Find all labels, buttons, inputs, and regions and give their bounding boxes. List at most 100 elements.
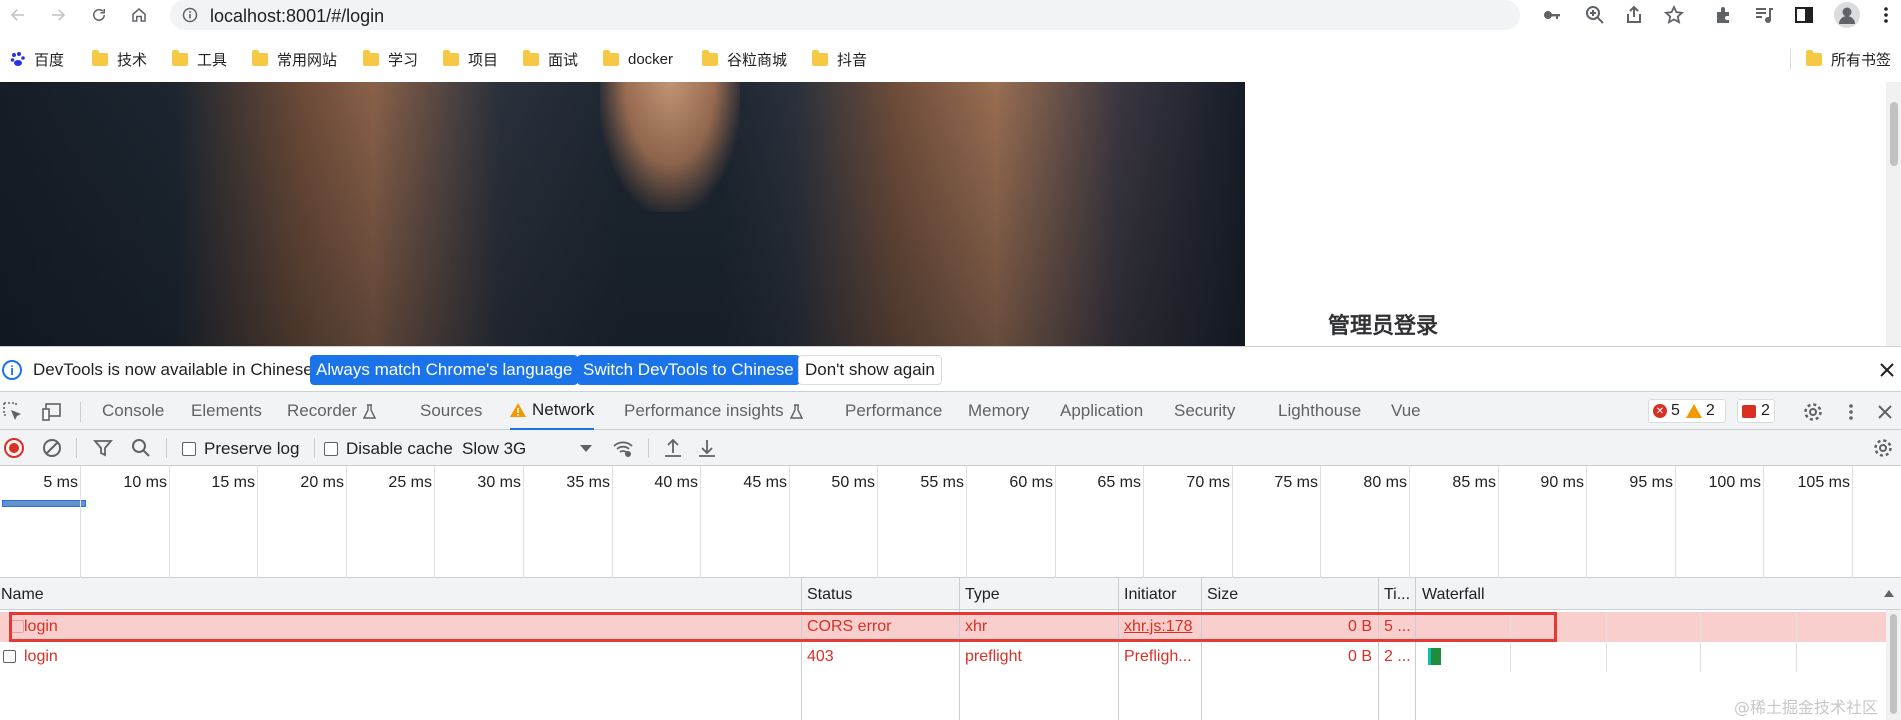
- column-divider[interactable]: [1201, 578, 1202, 720]
- home-button[interactable]: [127, 3, 151, 27]
- filter-icon[interactable]: [92, 437, 114, 459]
- search-icon[interactable]: [130, 437, 152, 459]
- col-header-name[interactable]: Name: [1, 586, 44, 604]
- site-info-icon[interactable]: [182, 7, 198, 23]
- col-header-type[interactable]: Type: [965, 586, 1000, 604]
- login-background-photo: [0, 82, 1245, 346]
- close-devtools-icon[interactable]: [1874, 401, 1896, 423]
- table-row[interactable]: login 403 preflight Prefligh... 0 B 2 ..…: [0, 642, 1886, 672]
- column-divider[interactable]: [801, 578, 802, 720]
- checkbox-box[interactable]: [324, 442, 338, 456]
- bookmark-folder[interactable]: 技术: [92, 49, 147, 69]
- column-divider[interactable]: [1415, 578, 1416, 720]
- profile-avatar-icon[interactable]: [1834, 2, 1860, 28]
- bookmark-folder[interactable]: 工具: [172, 49, 227, 69]
- issues-counter[interactable]: 2: [1737, 399, 1775, 423]
- media-control-icon[interactable]: [1754, 5, 1774, 25]
- tab-lighthouse[interactable]: Lighthouse: [1278, 392, 1361, 430]
- timeline-gridline: [523, 466, 524, 578]
- column-divider[interactable]: [1378, 578, 1379, 720]
- side-panel-icon[interactable]: [1794, 5, 1814, 25]
- bookmark-folder[interactable]: 常用网站: [252, 49, 337, 69]
- bookmark-folder[interactable]: 项目: [443, 49, 498, 69]
- timeline-gridline: [1232, 466, 1233, 578]
- key-icon[interactable]: [1542, 5, 1562, 25]
- device-toolbar-icon[interactable]: [42, 401, 64, 423]
- share-icon[interactable]: [1624, 5, 1644, 25]
- all-bookmarks[interactable]: 所有书签: [1806, 49, 1891, 69]
- table-scrollbar-thumb[interactable]: [1890, 614, 1897, 714]
- column-divider[interactable]: [959, 578, 960, 720]
- browser-menu-icon[interactable]: [1876, 5, 1896, 25]
- page-title: 管理员登录: [1328, 313, 1439, 338]
- console-counters[interactable]: ✕ 5 2: [1648, 399, 1726, 423]
- tab-recorder[interactable]: Recorder: [287, 392, 376, 430]
- tab-memory[interactable]: Memory: [968, 392, 1029, 430]
- preserve-log-checkbox[interactable]: Preserve log: [182, 439, 299, 459]
- tab-label: Console: [102, 401, 165, 420]
- page-scrollbar-thumb[interactable]: [1890, 102, 1898, 166]
- reload-button[interactable]: [87, 3, 111, 27]
- tab-network[interactable]: Network: [510, 392, 595, 430]
- col-header-time[interactable]: Ti...: [1384, 586, 1410, 604]
- col-header-waterfall[interactable]: Waterfall: [1422, 586, 1485, 604]
- col-header-size[interactable]: Size: [1207, 586, 1238, 604]
- bookmark-folder[interactable]: docker: [603, 49, 673, 69]
- waterfall-gridline: [1510, 642, 1511, 672]
- address-bar[interactable]: localhost:8001/#/login: [170, 0, 1560, 30]
- export-har-icon[interactable]: [696, 437, 718, 459]
- always-match-language-button[interactable]: Always match Chrome's language: [310, 355, 579, 385]
- tab-sources[interactable]: Sources: [420, 392, 482, 430]
- tab-security[interactable]: Security: [1174, 392, 1235, 430]
- network-overview-timeline[interactable]: 5 ms 10 ms 15 ms 20 ms 25 ms 30 ms 35 ms 40 ms 4…: [0, 466, 1901, 578]
- tab-vue[interactable]: Vue: [1391, 392, 1421, 430]
- switch-to-chinese-button[interactable]: Switch DevTools to Chinese: [577, 355, 800, 385]
- col-header-status[interactable]: Status: [807, 586, 852, 604]
- tab-performance-insights[interactable]: Performance insights: [624, 392, 803, 430]
- record-stop-icon[interactable]: [3, 437, 25, 459]
- table-row[interactable]: login CORS error xhr xhr.js:178 0 B 5 ..…: [0, 612, 1886, 642]
- warning-count-value: 2: [1705, 402, 1715, 419]
- bookmark-baidu[interactable]: 百度: [10, 49, 64, 69]
- more-options-icon[interactable]: [1840, 401, 1862, 423]
- tab-elements[interactable]: Elements: [191, 392, 262, 430]
- baidu-paw-icon: [10, 52, 25, 66]
- tab-application[interactable]: Application: [1060, 392, 1143, 430]
- tab-console[interactable]: Console: [102, 392, 164, 430]
- network-conditions-wifi-icon[interactable]: [612, 437, 634, 459]
- bookmark-folder[interactable]: 学习: [363, 49, 418, 69]
- network-settings-gear-icon[interactable]: [1872, 437, 1894, 459]
- bookmark-label: 百度: [34, 51, 65, 69]
- back-button[interactable]: [6, 3, 30, 27]
- checkbox-box[interactable]: [182, 442, 196, 456]
- disable-cache-checkbox[interactable]: Disable cache: [324, 439, 453, 459]
- extensions-icon[interactable]: [1714, 5, 1734, 25]
- inspect-element-icon[interactable]: [2, 401, 24, 423]
- row-checkbox[interactable]: [11, 620, 24, 633]
- bookmark-folder[interactable]: 抖音: [812, 49, 867, 69]
- bookmark-folder[interactable]: 谷粒商城: [702, 49, 787, 69]
- row-checkbox[interactable]: [3, 650, 16, 663]
- table-scrollbar[interactable]: [1886, 610, 1901, 720]
- home-icon: [132, 8, 146, 22]
- zoom-icon[interactable]: [1585, 5, 1605, 25]
- cell-initiator[interactable]: Prefligh...: [1124, 648, 1192, 666]
- sort-ascending-icon[interactable]: [1884, 590, 1894, 597]
- tab-performance[interactable]: Performance: [845, 392, 942, 430]
- forward-button[interactable]: [46, 3, 70, 27]
- settings-gear-icon[interactable]: [1802, 401, 1824, 423]
- waterfall-gridline: [1606, 612, 1607, 642]
- dont-show-again-button[interactable]: Don't show again: [798, 355, 942, 385]
- timeline-tick-label: 80 ms: [1363, 474, 1407, 491]
- import-har-icon[interactable]: [662, 437, 684, 459]
- chevron-down-icon[interactable]: [580, 445, 592, 452]
- column-divider[interactable]: [1118, 578, 1119, 720]
- cell-initiator-link[interactable]: xhr.js:178: [1124, 618, 1192, 636]
- close-icon[interactable]: [1877, 360, 1897, 380]
- bookmark-folder[interactable]: 面试: [523, 49, 578, 69]
- throttling-select[interactable]: Slow 3G: [462, 439, 526, 459]
- bookmark-star-icon[interactable]: [1663, 4, 1685, 25]
- url-text[interactable]: localhost:8001/#/login: [210, 6, 384, 27]
- clear-icon[interactable]: [41, 437, 63, 459]
- col-header-initiator[interactable]: Initiator: [1124, 586, 1176, 604]
